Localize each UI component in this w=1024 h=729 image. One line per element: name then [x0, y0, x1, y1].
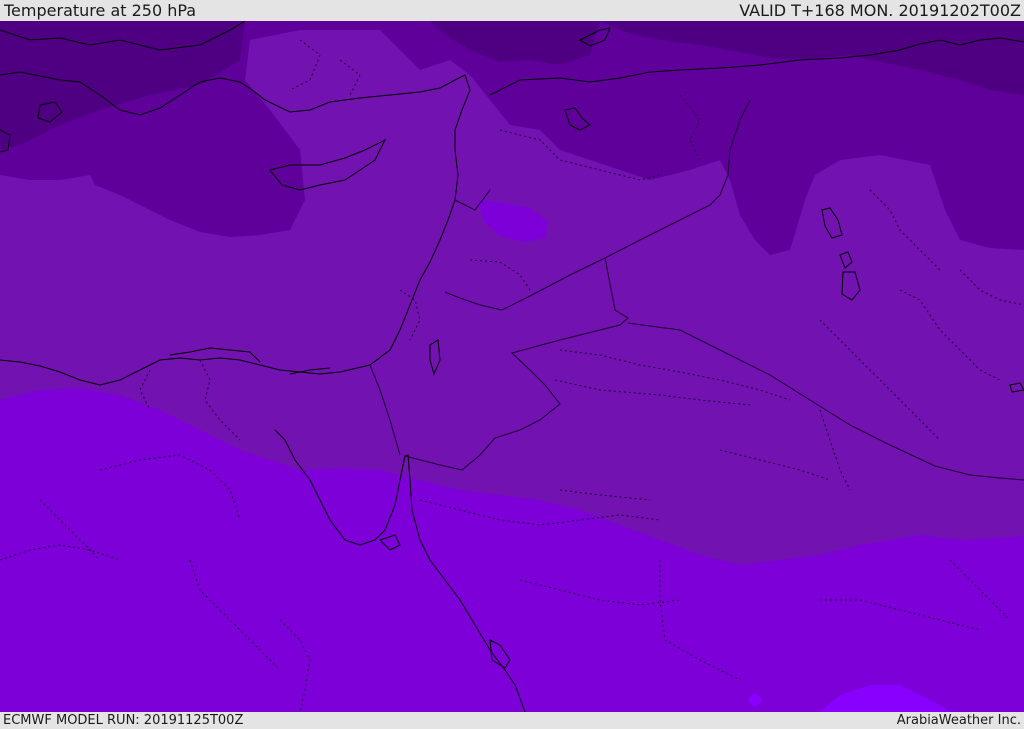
temperature-map[interactable] — [0, 21, 1024, 712]
map-canvas — [0, 21, 1024, 712]
credit: ArabiaWeather Inc. — [896, 713, 1021, 728]
band-warmest-dot — [749, 694, 761, 706]
footer-bar: ECMWF MODEL RUN: 20191125T00Z ArabiaWeat… — [0, 712, 1024, 729]
map-title: Temperature at 250 hPa — [4, 1, 197, 20]
header-bar: Temperature at 250 hPa VALID T+168 MON. … — [0, 0, 1024, 21]
valid-time: VALID T+168 MON. 20191202T00Z — [739, 1, 1021, 20]
model-run: ECMWF MODEL RUN: 20191125T00Z — [3, 713, 244, 728]
